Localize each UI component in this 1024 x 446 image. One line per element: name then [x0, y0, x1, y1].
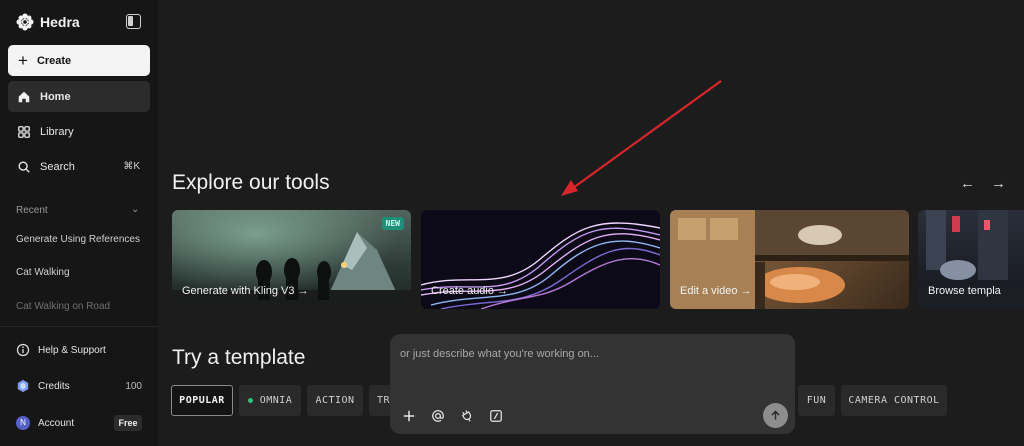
- credits-label: Credits: [38, 380, 70, 392]
- avatar: N: [16, 416, 30, 430]
- help-support-link[interactable]: Help & Support: [16, 343, 106, 357]
- credits-count: 100: [125, 380, 142, 392]
- slash-command-icon: [490, 410, 502, 422]
- slash-command-button[interactable]: [487, 407, 505, 425]
- chip-omnia[interactable]: OMNIA: [239, 385, 301, 416]
- brand-name: Hedra: [40, 14, 80, 30]
- tool-card-label: Browse templa: [928, 285, 1001, 297]
- chip-fun[interactable]: FUN: [798, 385, 835, 416]
- sidebar-item-home[interactable]: Home: [8, 81, 150, 112]
- omnia-status-dot: [247, 398, 253, 403]
- info-icon: [16, 343, 30, 357]
- search-shortcut: ⌘K: [123, 161, 140, 172]
- at-sign-icon: [432, 410, 444, 422]
- new-badge: NEW: [381, 217, 404, 230]
- recent-item[interactable]: Cat Walking on Road: [16, 301, 144, 312]
- plus-icon: [403, 410, 415, 422]
- sidebar-item-label: Search: [40, 160, 75, 173]
- prompt-input[interactable]: [400, 348, 780, 360]
- sidebar-divider: [0, 326, 158, 327]
- plus-icon: +: [18, 51, 28, 70]
- add-attachment-button[interactable]: [400, 407, 418, 425]
- account-label: Account: [38, 417, 75, 429]
- grid-icon: [18, 125, 30, 138]
- tool-card-create-audio[interactable]: Create audio →: [421, 210, 660, 309]
- chip-label: OMNIA: [259, 395, 293, 406]
- sidebar-item-search[interactable]: Search ⌘K: [8, 151, 150, 182]
- credits-link[interactable]: Credits 100: [16, 379, 142, 393]
- tools-heading: Explore our tools: [172, 171, 330, 194]
- create-label: Create: [36, 54, 72, 67]
- hedra-logo-icon: [16, 13, 34, 31]
- tool-card-label: Create audio →: [431, 285, 509, 297]
- brand-logo[interactable]: Hedra: [16, 13, 80, 31]
- sidebar-item-label: Home: [40, 90, 71, 103]
- sidebar-item-label: Library: [40, 125, 74, 138]
- account-link[interactable]: N Account: [16, 416, 74, 430]
- recent-item[interactable]: Generate Using References: [16, 234, 144, 245]
- templates-heading: Try a template: [172, 346, 306, 369]
- plug-icon: [461, 410, 472, 422]
- plan-badge: Free: [114, 415, 142, 431]
- tool-card-label: Edit a video →: [680, 285, 752, 297]
- recent-item[interactable]: Cat Walking: [16, 267, 144, 278]
- chip-camera-control[interactable]: CAMERA CONTROL: [841, 385, 947, 416]
- create-button[interactable]: + Create: [8, 45, 150, 76]
- recent-heading: Recent: [16, 205, 48, 216]
- home-icon: [18, 91, 30, 102]
- credits-gem-icon: [17, 379, 29, 393]
- carousel-prev-button[interactable]: ←: [960, 175, 975, 192]
- tool-card-label: Generate with Kling V3 →: [182, 285, 309, 297]
- sidebar-item-library[interactable]: Library: [8, 116, 150, 147]
- chip-popular[interactable]: POPULAR: [171, 385, 233, 416]
- help-label: Help & Support: [38, 344, 106, 356]
- tool-card-kling[interactable]: NEW Generate with Kling V3 →: [172, 210, 411, 309]
- send-button[interactable]: [763, 403, 788, 428]
- sidebar: Hedra + Create Home Library Search ⌘K Re…: [0, 0, 158, 446]
- chip-action[interactable]: ACTION: [307, 385, 363, 416]
- tool-card-edit-video[interactable]: Edit a video →: [670, 210, 909, 309]
- arrow-up-icon: [771, 410, 780, 420]
- chevron-down-icon[interactable]: ⌄: [131, 204, 139, 215]
- mention-button[interactable]: [429, 407, 447, 425]
- plugin-button[interactable]: [458, 407, 476, 425]
- carousel-next-button[interactable]: →: [991, 175, 1006, 192]
- tool-card-browse-templates[interactable]: Browse templa: [918, 210, 1024, 309]
- prompt-composer: [390, 334, 795, 434]
- search-icon: [18, 160, 30, 173]
- sidebar-toggle-icon[interactable]: [126, 14, 141, 29]
